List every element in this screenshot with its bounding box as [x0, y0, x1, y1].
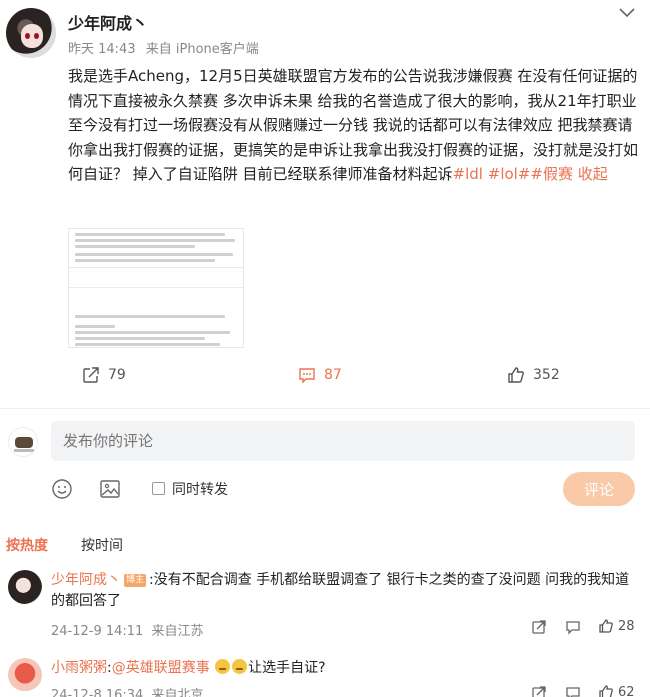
author-badge: 博主	[124, 574, 147, 587]
sort-by-time-tab[interactable]: 按时间	[81, 535, 123, 555]
comment-date: 24-12-8 16:34	[51, 688, 144, 697]
thumbs-up-icon	[508, 367, 524, 383]
post-actions: 79 87 352	[0, 362, 650, 394]
doc-line	[75, 331, 230, 334]
comment-date: 24-12-9 14:11	[51, 624, 144, 639]
avatar-shape	[15, 437, 33, 448]
comment-location: 来自北京	[151, 688, 204, 697]
commenter-avatar[interactable]	[8, 658, 42, 692]
hashtag-ldl[interactable]: #ldl	[453, 165, 483, 183]
comment-meta: 24-12-8 16:34 来自北京	[51, 684, 204, 697]
my-avatar	[8, 427, 38, 457]
comment-like-count: 28	[618, 618, 635, 634]
comment-item: 小雨粥粥:@英雄联盟赛事 让选手自证? 24-12-8 16:34 来自北京 6…	[0, 658, 650, 697]
comment-meta: 24-12-9 14:11 来自江苏	[51, 620, 204, 639]
hashtag-lol-jiasai[interactable]: #lol##假赛	[488, 165, 573, 183]
repost-count: 79	[108, 367, 126, 383]
author-name[interactable]: 少年阿成丶	[68, 10, 148, 34]
doc-separator	[69, 287, 243, 288]
comment-button[interactable]: 87	[298, 366, 650, 384]
repost-icon[interactable]	[531, 685, 547, 697]
chevron-down-icon[interactable]	[617, 6, 637, 20]
post-image[interactable]	[68, 228, 244, 348]
comment-icon[interactable]	[565, 685, 581, 697]
doc-line	[75, 239, 235, 242]
post-body: 我是选手Acheng，12月5日英雄联盟官方发布的公告说我涉嫌假赛 在没有任何证…	[68, 64, 638, 187]
comment-location: 来自江苏	[151, 624, 204, 639]
divider	[0, 408, 650, 409]
emoji-icon[interactable]	[51, 478, 73, 500]
image-icon[interactable]	[99, 478, 121, 500]
comment-count: 87	[324, 367, 342, 383]
emoji-icon	[215, 659, 231, 674]
commenter-name[interactable]: 小雨粥粥	[51, 660, 107, 676]
comment-icon	[299, 368, 315, 384]
forward-checkbox[interactable]	[152, 482, 165, 495]
author-avatar[interactable]	[6, 8, 56, 58]
comment-item: 少年阿成丶 博主:没有不配合调查 手机都给联盟调查了 银行卡之类的查了没问题 问我…	[0, 570, 650, 650]
post-time[interactable]: 昨天 14:43	[68, 42, 136, 57]
avatar-eye	[25, 33, 30, 39]
comment-like-button[interactable]: 28	[598, 618, 635, 634]
comment-like-count: 62	[618, 684, 635, 697]
doc-line	[75, 259, 215, 262]
repost-icon	[83, 367, 99, 383]
avatar-shape	[14, 449, 34, 452]
thumbs-up-icon	[599, 685, 613, 697]
commenter-name[interactable]: 少年阿成丶	[51, 572, 121, 588]
comment-like-button[interactable]: 62	[598, 684, 635, 697]
sort-by-hot-tab[interactable]: 按热度	[6, 535, 48, 555]
repost-icon[interactable]	[531, 619, 547, 635]
post-header: 少年阿成丶 昨天 14:43 来自 iPhone客户端	[0, 0, 650, 64]
submit-comment-button[interactable]: 评论	[563, 472, 635, 506]
comment-text: 让选手自证?	[248, 660, 326, 676]
thumbs-up-icon	[599, 619, 613, 633]
doc-line	[75, 233, 225, 236]
doc-line	[75, 315, 225, 318]
like-count: 352	[533, 367, 560, 383]
comment-input[interactable]	[51, 421, 635, 461]
comment-icon[interactable]	[565, 619, 581, 635]
repost-button[interactable]: 79	[82, 366, 126, 384]
doc-line	[75, 253, 233, 256]
mention-link[interactable]: @英雄联盟赛事	[112, 660, 210, 676]
doc-line	[75, 325, 115, 328]
doc-line	[75, 245, 195, 248]
forward-label: 同时转发	[172, 482, 228, 498]
doc-line	[75, 343, 220, 346]
doc-line	[75, 337, 205, 340]
post-source: 来自 iPhone客户端	[145, 42, 259, 57]
comment-text-block: 小雨粥粥:@英雄联盟赛事 让选手自证?	[51, 658, 631, 679]
doc-separator	[69, 267, 243, 268]
emoji-icon	[232, 659, 248, 674]
comment-text-block: 少年阿成丶 博主:没有不配合调查 手机都给联盟调查了 银行卡之类的查了没问题 问我…	[51, 570, 631, 612]
avatar-eye	[34, 33, 39, 39]
post-meta: 昨天 14:43 来自 iPhone客户端	[68, 38, 259, 57]
like-button[interactable]: 352	[507, 366, 560, 384]
commenter-avatar[interactable]	[8, 570, 42, 604]
collapse-link[interactable]: 收起	[578, 165, 608, 183]
